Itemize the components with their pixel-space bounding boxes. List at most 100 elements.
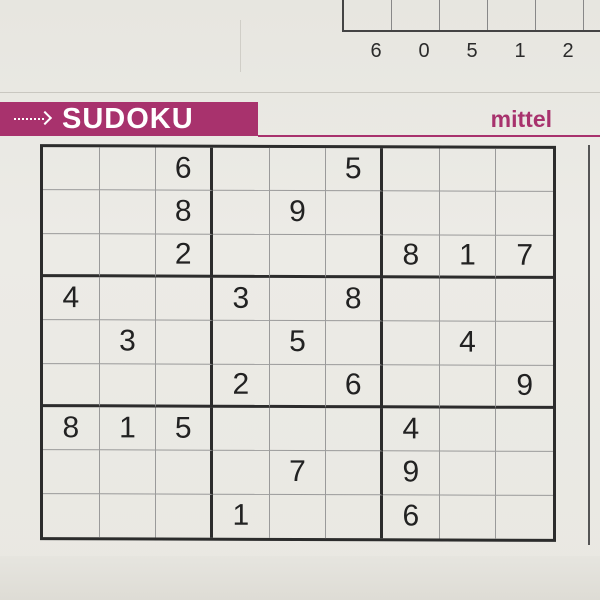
sudoku-cell[interactable]: [439, 191, 497, 236]
arrow-icon: [14, 110, 54, 128]
sudoku-cell[interactable]: [439, 148, 497, 193]
header-underline: [258, 135, 600, 137]
sudoku-cell[interactable]: [213, 407, 270, 452]
sudoku-cell[interactable]: [326, 494, 383, 539]
sudoku-cell[interactable]: [439, 278, 497, 323]
sudoku-cell: 5: [269, 321, 327, 365]
sudoku-cell[interactable]: [269, 407, 327, 452]
sudoku-cell[interactable]: [439, 451, 497, 496]
previous-grid-cell: [536, 0, 584, 30]
previous-puzzle-area: [0, 20, 241, 72]
sudoku-cell: 9: [383, 451, 440, 496]
sudoku-cell[interactable]: [213, 191, 270, 235]
sudoku-cell: 6: [383, 494, 440, 539]
sudoku-cell: 6: [156, 147, 213, 192]
sudoku-cell[interactable]: [43, 147, 100, 191]
sudoku-cell: 4: [439, 321, 497, 366]
sudoku-cell[interactable]: [213, 451, 270, 495]
sudoku-header: SUDOKU mittel: [0, 102, 600, 138]
sudoku-cell[interactable]: [213, 321, 270, 365]
sudoku-cell[interactable]: [496, 192, 553, 236]
sudoku-cell[interactable]: [383, 191, 440, 236]
sudoku-cell: 8: [383, 234, 440, 279]
sudoku-cell: 8: [43, 407, 100, 451]
previous-digit: 0: [418, 40, 430, 62]
sudoku-cell: 8: [326, 278, 383, 322]
sudoku-cell[interactable]: [43, 233, 100, 278]
previous-grid-cell: [344, 0, 392, 30]
sudoku-cell[interactable]: [326, 234, 383, 279]
sudoku-cell: 3: [213, 277, 270, 322]
sudoku-cell: 5: [156, 407, 213, 452]
sudoku-cell: 4: [43, 277, 100, 321]
previous-digit: 2: [562, 40, 574, 62]
sudoku-cell[interactable]: [326, 408, 383, 452]
previous-grid-cell: [488, 0, 536, 30]
section-divider: [0, 92, 600, 93]
sudoku-cell[interactable]: [43, 363, 100, 408]
sudoku-cell[interactable]: [269, 147, 327, 192]
sudoku-cell: 8: [156, 190, 213, 235]
sudoku-cell[interactable]: [99, 190, 157, 235]
sudoku-cell[interactable]: [156, 277, 213, 322]
sudoku-cell[interactable]: [496, 495, 553, 539]
sudoku-cell[interactable]: [439, 495, 497, 539]
sudoku-cell[interactable]: [269, 277, 327, 322]
sudoku-cell[interactable]: [326, 191, 383, 235]
sudoku-cell[interactable]: [496, 148, 553, 193]
sudoku-cell[interactable]: [99, 493, 157, 538]
previous-puzzle-grid: [342, 0, 600, 32]
sudoku-cell[interactable]: [383, 278, 440, 322]
previous-digit: 0: [592, 40, 600, 63]
sudoku-cell[interactable]: [383, 364, 440, 409]
sudoku-cell[interactable]: [156, 450, 213, 495]
sudoku-cell: 1: [213, 494, 270, 538]
sudoku-cell: 4: [383, 408, 440, 452]
previous-digit: 6: [370, 40, 382, 62]
previous-puzzle-digits: 6 0 5 1 2 0: [352, 40, 600, 63]
sudoku-cell: 5: [326, 148, 383, 192]
sudoku-cell[interactable]: [99, 363, 157, 408]
sudoku-cell[interactable]: [43, 320, 100, 364]
sudoku-cell[interactable]: [383, 148, 440, 192]
sudoku-cell[interactable]: [156, 494, 213, 538]
sudoku-cell: 2: [213, 364, 270, 408]
difficulty-label: mittel: [490, 106, 552, 132]
sudoku-cell[interactable]: [43, 493, 100, 538]
previous-grid-cell: [392, 0, 440, 30]
sudoku-cell[interactable]: [439, 365, 497, 409]
sudoku-cell: 7: [496, 235, 553, 279]
sudoku-cell: 2: [156, 234, 213, 278]
sudoku-cell: 9: [269, 191, 327, 235]
header-tab: SUDOKU: [0, 102, 258, 136]
sudoku-cell[interactable]: [383, 321, 440, 366]
sudoku-cell[interactable]: [269, 364, 327, 409]
sudoku-cell[interactable]: [43, 190, 100, 234]
sudoku-cell[interactable]: [99, 147, 157, 191]
sudoku-grid: 6589281743835426981547916: [40, 144, 556, 542]
sudoku-cell[interactable]: [99, 450, 157, 495]
sudoku-cell[interactable]: [496, 408, 553, 453]
sudoku-cell: 6: [326, 364, 383, 409]
sudoku-cell[interactable]: [213, 234, 270, 278]
sudoku-cell[interactable]: [269, 494, 327, 539]
sudoku-cell[interactable]: [496, 452, 553, 496]
sudoku-cell: 3: [99, 320, 157, 365]
sudoku-cell[interactable]: [496, 278, 553, 323]
sudoku-cell[interactable]: [213, 147, 270, 192]
sudoku-cell: 1: [99, 407, 157, 451]
sudoku-cell[interactable]: [326, 451, 383, 495]
sudoku-cell[interactable]: [496, 322, 553, 366]
sudoku-cell[interactable]: [156, 364, 213, 408]
sudoku-cell[interactable]: [99, 277, 157, 321]
sudoku-cell[interactable]: [99, 233, 157, 278]
previous-digit: 5: [466, 40, 478, 62]
sudoku-cell[interactable]: [269, 234, 327, 279]
sudoku-cell[interactable]: [156, 320, 213, 365]
sudoku-cell[interactable]: [326, 321, 383, 365]
newspaper-page: 6 0 5 1 2 0 SUDOKU mittel 65892817438354…: [0, 0, 600, 600]
previous-grid-cell: [440, 0, 488, 30]
sudoku-cell[interactable]: [43, 450, 100, 494]
sudoku-cell[interactable]: [439, 408, 497, 453]
page-bottom: [0, 556, 600, 600]
